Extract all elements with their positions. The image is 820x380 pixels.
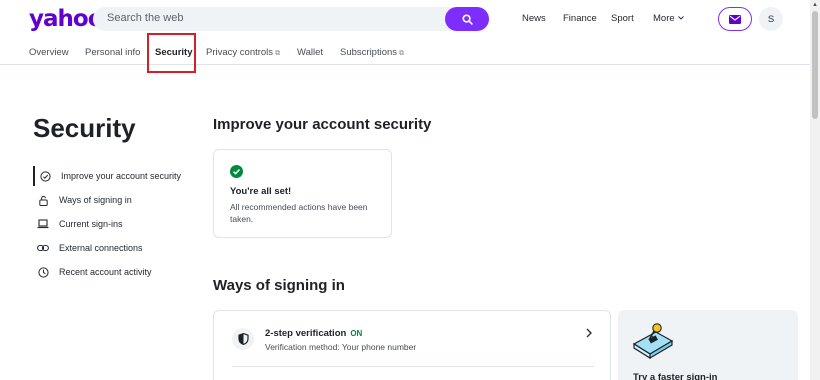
shield-icon [232, 328, 254, 350]
two-step-title: 2-step verification ON [265, 328, 362, 339]
tab-wallet[interactable]: Wallet [297, 47, 323, 58]
tab-subscriptions[interactable]: Subscriptions ⧉ [340, 47, 404, 58]
nav-more-label: More [653, 13, 675, 24]
section-nav-activity[interactable]: Recent account activity [33, 262, 203, 282]
section-nav-sign-ins[interactable]: Current sign-ins [33, 214, 203, 234]
nav-news[interactable]: News [522, 13, 546, 24]
success-check-icon [230, 165, 243, 178]
status-description: All recommended actions have been taken. [230, 202, 368, 224]
section-nav-label: Improve your account security [61, 171, 182, 181]
top-bar: yahoo! Search the web News Finance Sport… [0, 0, 810, 38]
external-link-icon: ⧉ [399, 50, 405, 57]
scroll-thumb[interactable] [812, 11, 818, 119]
tab-overview[interactable]: Overview [29, 47, 69, 58]
lock-icon [37, 194, 49, 206]
card-divider [232, 366, 594, 367]
section-nav-label: External connections [59, 243, 143, 253]
check-circle-icon [39, 170, 51, 182]
link-icon [37, 242, 49, 254]
search-bar[interactable]: Search the web [93, 7, 489, 31]
scrollbar[interactable]: ▲ [810, 0, 820, 380]
status-badge: ON [350, 329, 363, 338]
promo-card[interactable]: Try a faster sign-in [618, 310, 798, 380]
section-nav-label: Recent account activity [59, 267, 152, 277]
mail-icon [729, 14, 741, 24]
account-tabs: Overview Personal info Security Privacy … [0, 38, 810, 65]
mail-button[interactable] [718, 7, 752, 31]
status-title: You're all set! [230, 186, 292, 197]
external-link-icon: ⧉ [275, 50, 281, 57]
tab-highlight-box [147, 33, 196, 73]
chevron-right-icon[interactable] [586, 328, 592, 338]
section-nav-label: Current sign-ins [59, 219, 123, 229]
two-step-description: Verification method: Your phone number [265, 342, 417, 352]
two-step-label: 2-step verification [265, 328, 347, 339]
section-nav-external[interactable]: External connections [33, 238, 203, 258]
tab-label: Privacy controls [206, 47, 274, 58]
scroll-up-icon[interactable]: ▲ [812, 2, 818, 8]
status-card: You're all set! All recommended actions … [213, 149, 392, 238]
tab-label: Subscriptions [340, 47, 398, 58]
nav-sport[interactable]: Sport [611, 13, 634, 24]
ways-heading: Ways of signing in [213, 277, 345, 294]
phone-key-illustration [632, 323, 674, 360]
tab-personal-info[interactable]: Personal info [85, 47, 140, 58]
clock-icon [37, 266, 49, 278]
search-icon [461, 13, 473, 25]
search-button[interactable] [445, 7, 489, 31]
two-step-card[interactable]: 2-step verification ON Verification metho… [213, 310, 611, 380]
avatar[interactable]: S [759, 7, 783, 31]
section-nav-ways[interactable]: Ways of signing in [33, 190, 203, 210]
laptop-icon [37, 218, 49, 230]
tab-privacy-controls[interactable]: Privacy controls ⧉ [206, 47, 280, 58]
page-title: Security [33, 113, 136, 143]
section-nav-improve[interactable]: Improve your account security [33, 166, 203, 186]
chevron-down-icon [678, 16, 685, 20]
section-nav-label: Ways of signing in [59, 195, 132, 205]
nav-finance[interactable]: Finance [563, 13, 597, 24]
nav-more[interactable]: More [653, 13, 685, 24]
promo-text: Try a faster sign-in [633, 372, 718, 380]
improve-heading: Improve your account security [213, 116, 432, 133]
search-input[interactable]: Search the web [107, 12, 183, 24]
